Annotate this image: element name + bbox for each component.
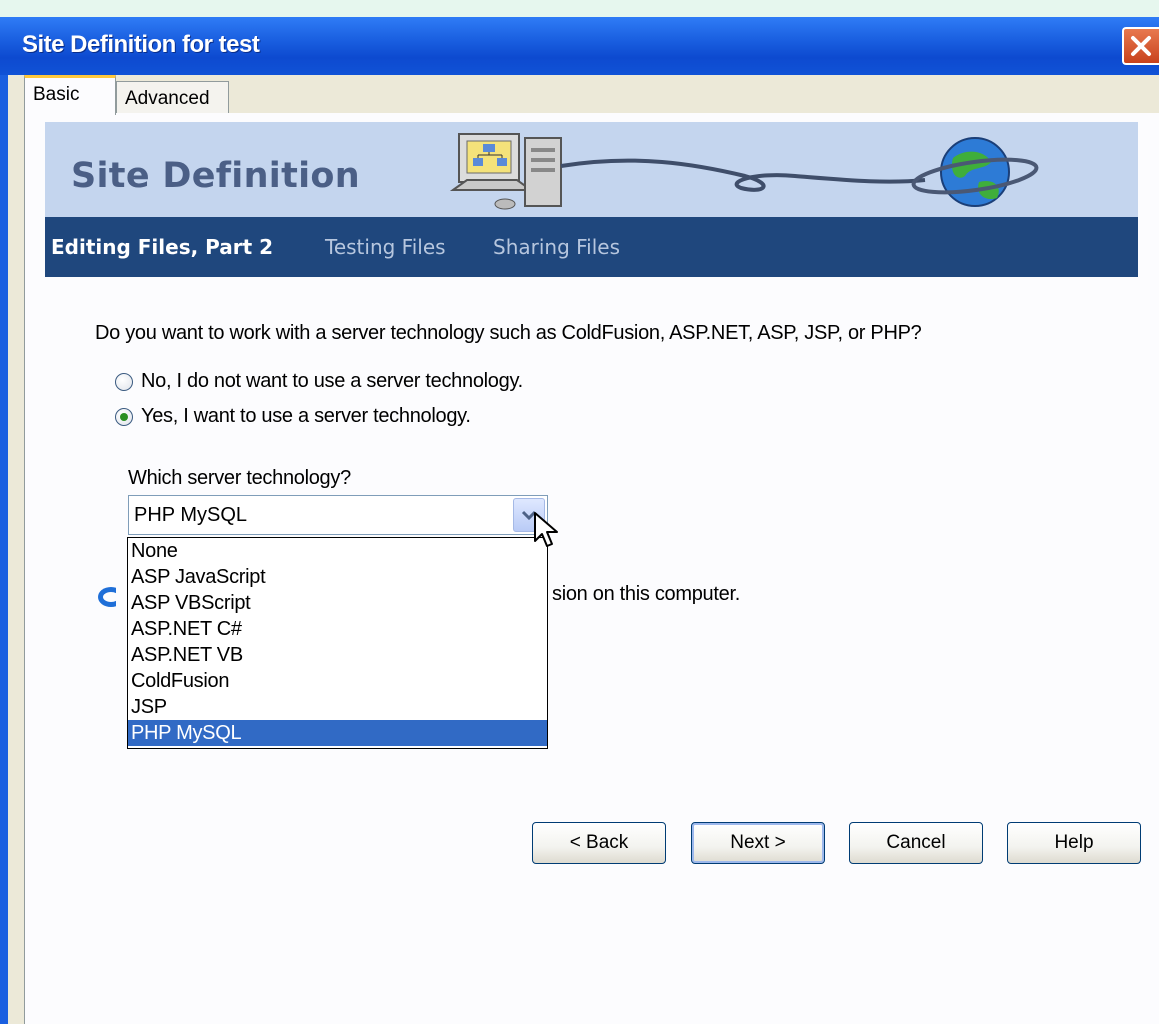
window-title: Site Definition for test: [22, 31, 260, 58]
tab-advanced[interactable]: Advanced: [116, 81, 229, 113]
step-sharing-files: Sharing Files: [493, 235, 621, 259]
cancel-button[interactable]: Cancel: [849, 822, 983, 864]
tab-panel: Site Definition Editing Files, Part 2 Te…: [24, 113, 1159, 1024]
dropdown-option-aspnet-csharp[interactable]: ASP.NET C#: [128, 616, 547, 642]
server-tech-select[interactable]: PHP MySQL: [128, 495, 548, 535]
tab-strip: Basic Advanced: [24, 75, 1159, 115]
dropdown-option-php-mysql[interactable]: PHP MySQL: [128, 720, 547, 746]
wizard-steps-bar: Editing Files, Part 2 Testing Files Shar…: [45, 217, 1138, 277]
banner-title: Site Definition: [71, 156, 360, 196]
server-tech-select-value: PHP MySQL: [134, 504, 247, 526]
dropdown-option-none[interactable]: None: [128, 538, 547, 564]
back-button[interactable]: < Back: [532, 822, 666, 864]
computer-globe-illustration: [449, 133, 1039, 210]
mouse-cursor-icon: [534, 512, 558, 547]
server-tech-label: Which server technology?: [128, 467, 351, 489]
dropdown-option-coldfusion[interactable]: ColdFusion: [128, 668, 547, 694]
next-button[interactable]: Next >: [691, 822, 825, 864]
hidden-option-label-fragment: sion on this computer.: [552, 583, 740, 605]
radio-yes-label: Yes, I want to use a server technology.: [141, 405, 471, 427]
dropdown-option-asp-javascript[interactable]: ASP JavaScript: [128, 564, 547, 590]
site-definition-dialog: Site Definition for test Basic Advanced …: [0, 0, 1159, 1024]
step-testing-files: Testing Files: [325, 235, 446, 259]
radio-selected-dot: [120, 413, 128, 421]
server-technology-question: Do you want to work with a server techno…: [95, 322, 922, 344]
server-tech-dropdown-list: None ASP JavaScript ASP VBScript ASP.NET…: [127, 537, 548, 749]
partially-hidden-radio[interactable]: [98, 587, 116, 607]
dropdown-option-jsp[interactable]: JSP: [128, 694, 547, 720]
radio-yes-server-tech[interactable]: [115, 408, 133, 426]
tab-basic[interactable]: Basic: [24, 75, 116, 115]
title-bar: Site Definition for test: [0, 17, 1159, 75]
close-button[interactable]: [1122, 27, 1159, 65]
site-definition-banner: Site Definition: [45, 122, 1138, 217]
radio-no-server-tech[interactable]: [115, 373, 133, 391]
help-button[interactable]: Help: [1007, 822, 1141, 864]
close-icon: [1131, 36, 1151, 56]
radio-no-label: No, I do not want to use a server techno…: [141, 370, 523, 392]
dialog-body: Basic Advanced Site Definition Editing F…: [8, 75, 1159, 1024]
window-frame: [0, 75, 8, 1024]
dropdown-option-asp-vbscript[interactable]: ASP VBScript: [128, 590, 547, 616]
step-current: Editing Files, Part 2: [51, 235, 274, 259]
dropdown-option-aspnet-vb[interactable]: ASP.NET VB: [128, 642, 547, 668]
